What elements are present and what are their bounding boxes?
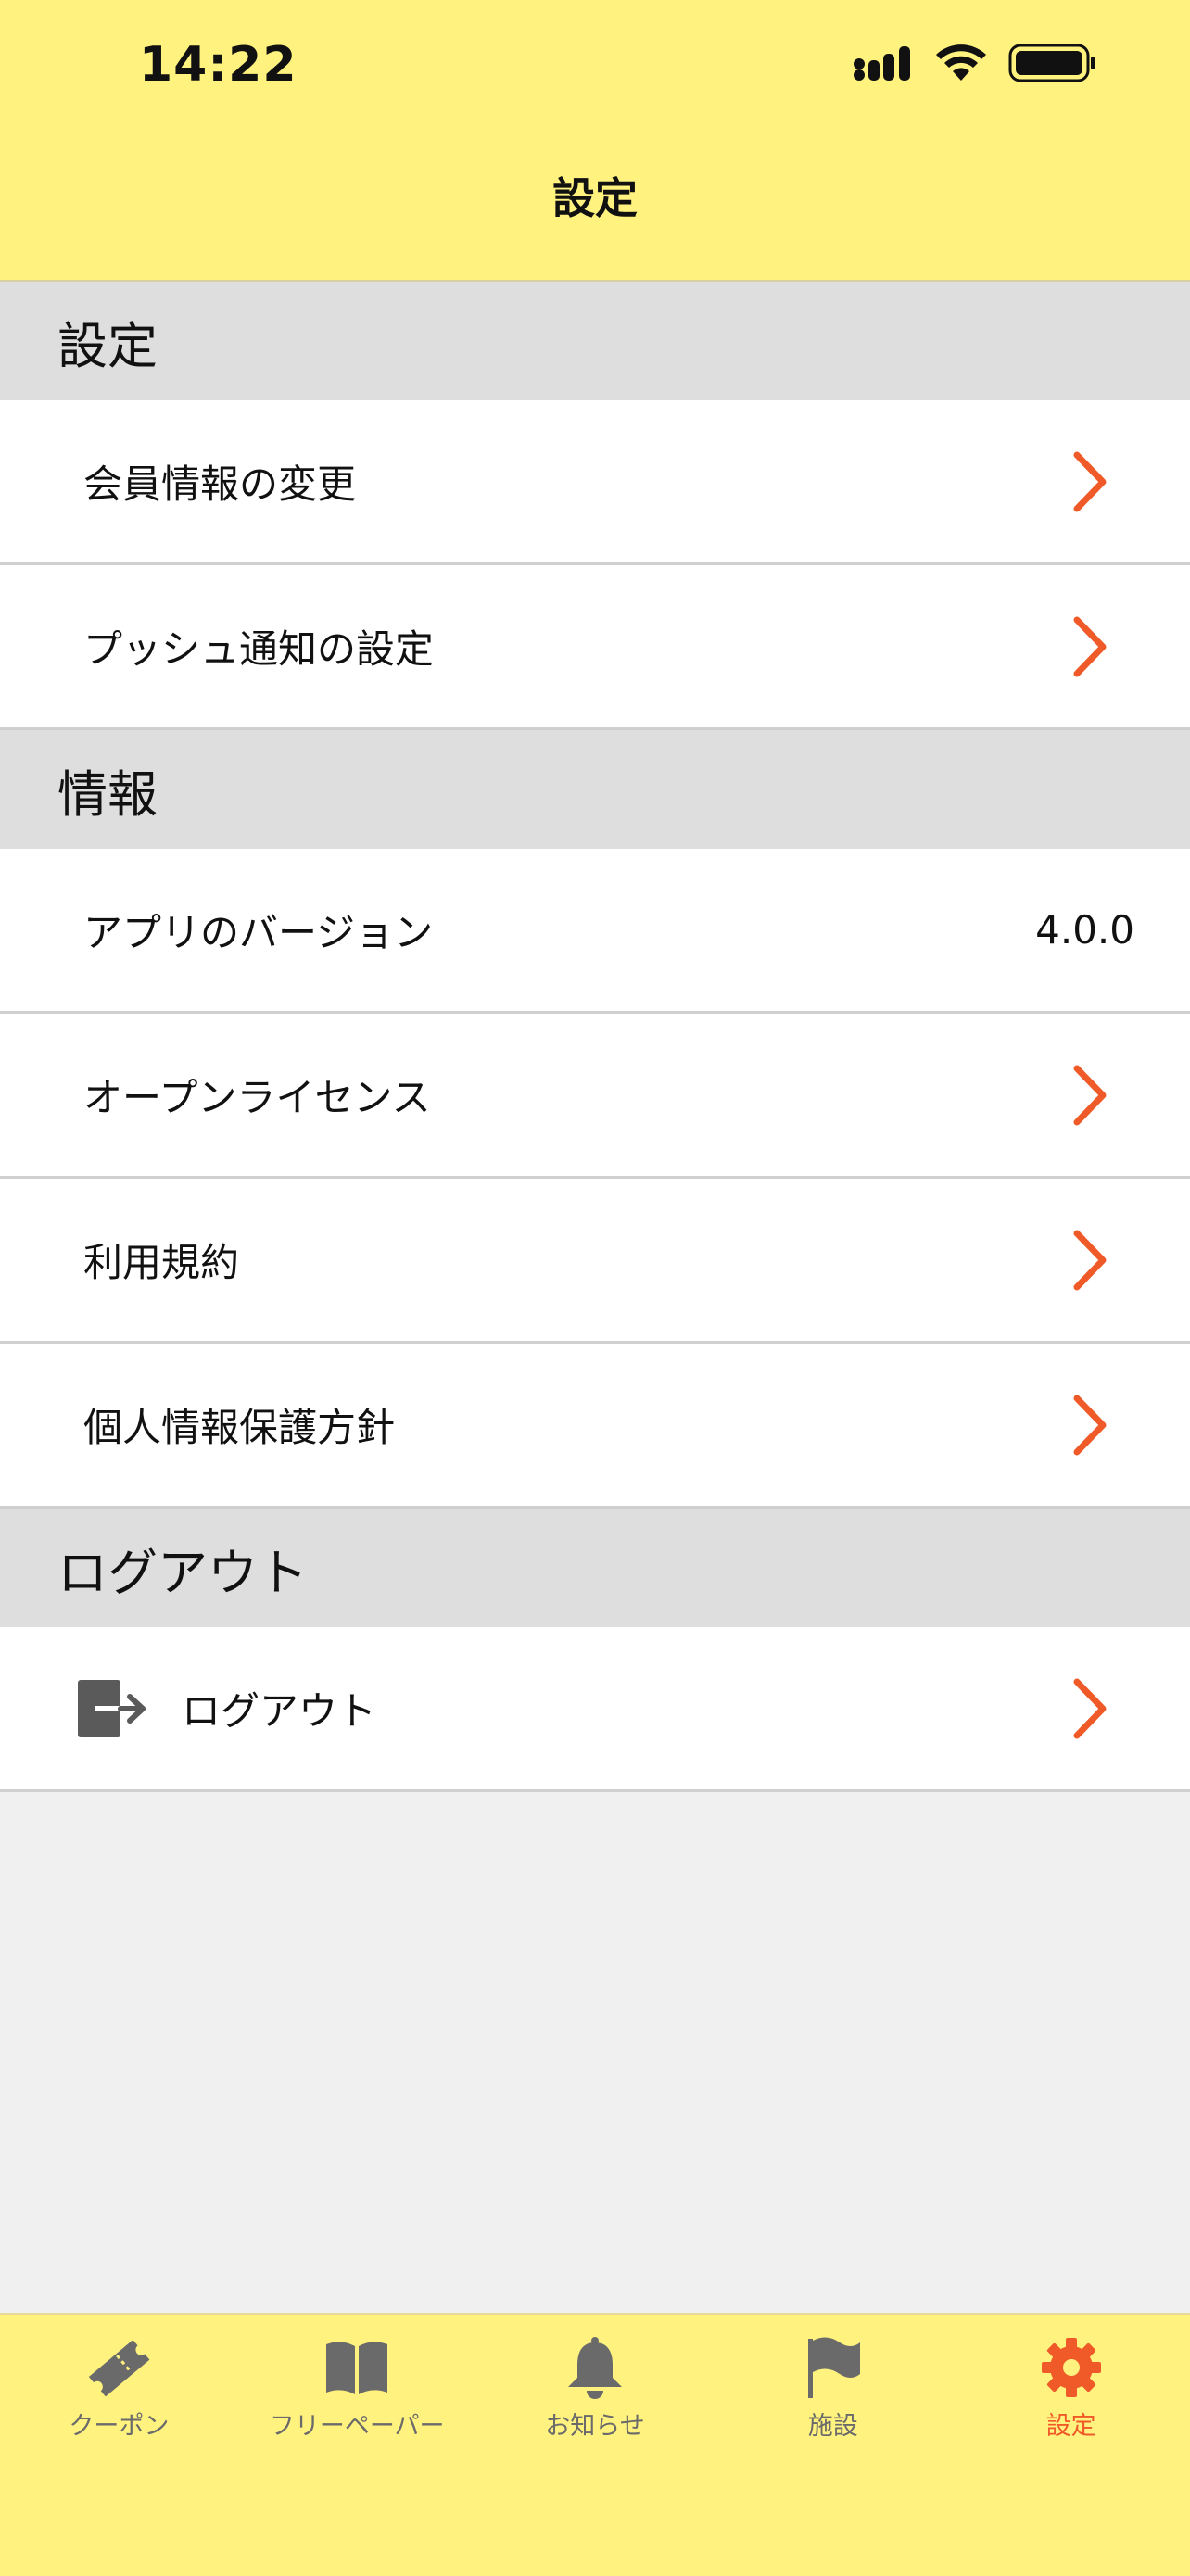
page-title: 設定 bbox=[552, 173, 638, 223]
app-version-value: 4.0.0 bbox=[1035, 907, 1134, 953]
row-label: 会員情報の変更 bbox=[83, 461, 357, 507]
section-header-logout: ログアウト bbox=[0, 1509, 1190, 1627]
tab-label: 施設 bbox=[807, 2412, 858, 2441]
tab-label: お知らせ bbox=[545, 2412, 645, 2441]
status-icons bbox=[853, 42, 1097, 84]
chevron-right-icon bbox=[1073, 451, 1107, 511]
signal-icon bbox=[854, 46, 910, 81]
chevron-right-icon bbox=[1073, 1678, 1107, 1738]
row-label: 個人情報保護方針 bbox=[83, 1405, 396, 1450]
row-open-license[interactable]: オープンライセンス bbox=[0, 1014, 1190, 1179]
chevron-right-icon bbox=[1073, 1395, 1107, 1455]
tab-label: フリーペーパー bbox=[269, 2412, 445, 2441]
row-push-settings[interactable]: プッシュ通知の設定 bbox=[0, 565, 1190, 730]
tab-settings[interactable]: 設定 bbox=[952, 2315, 1190, 2576]
gear-icon bbox=[1041, 2338, 1101, 2397]
tab-label: クーポン bbox=[69, 2412, 170, 2441]
row-privacy-policy[interactable]: 個人情報保護方針 bbox=[0, 1344, 1190, 1509]
book-icon bbox=[326, 2342, 388, 2394]
ticket-icon bbox=[89, 2340, 150, 2397]
tab-coupon[interactable]: クーポン bbox=[0, 2315, 238, 2576]
tab-facility[interactable]: 施設 bbox=[714, 2315, 952, 2576]
row-label: プッシュ通知の設定 bbox=[83, 626, 435, 672]
tab-bar: クーポン フリーペーパー お知らせ 施設 設定 bbox=[0, 2313, 1190, 2576]
bell-icon bbox=[567, 2337, 622, 2399]
status-time: 14:22 bbox=[139, 37, 298, 93]
row-label: オープンライセンス bbox=[83, 1075, 431, 1120]
battery-icon bbox=[1008, 44, 1095, 82]
row-logout[interactable]: ログアウト bbox=[0, 1627, 1190, 1792]
logout-icon bbox=[78, 1679, 146, 1737]
tab-news[interactable]: お知らせ bbox=[476, 2315, 715, 2576]
settings-list: 設定 会員情報の変更 プッシュ通知の設定 情報 アプリのバージョン 4.0.0 … bbox=[0, 282, 1190, 1792]
tab-label: 設定 bbox=[1045, 2412, 1096, 2441]
chevron-right-icon bbox=[1073, 616, 1107, 676]
row-label: 利用規約 bbox=[83, 1240, 240, 1285]
row-label: アプリのバージョン bbox=[83, 910, 434, 955]
flag-icon bbox=[807, 2337, 860, 2398]
section-header-settings: 設定 bbox=[0, 282, 1190, 400]
tab-free-paper[interactable]: フリーペーパー bbox=[238, 2315, 476, 2576]
chevron-right-icon bbox=[1073, 1065, 1107, 1125]
row-member-info[interactable]: 会員情報の変更 bbox=[0, 400, 1190, 565]
row-label: ログアウト bbox=[182, 1688, 377, 1734]
row-terms[interactable]: 利用規約 bbox=[0, 1179, 1190, 1344]
row-app-version: アプリのバージョン 4.0.0 bbox=[0, 849, 1190, 1014]
wifi-icon bbox=[936, 44, 986, 81]
header: 14:22 設定 bbox=[0, 0, 1190, 282]
section-header-info: 情報 bbox=[0, 730, 1190, 849]
chevron-right-icon bbox=[1073, 1230, 1107, 1290]
